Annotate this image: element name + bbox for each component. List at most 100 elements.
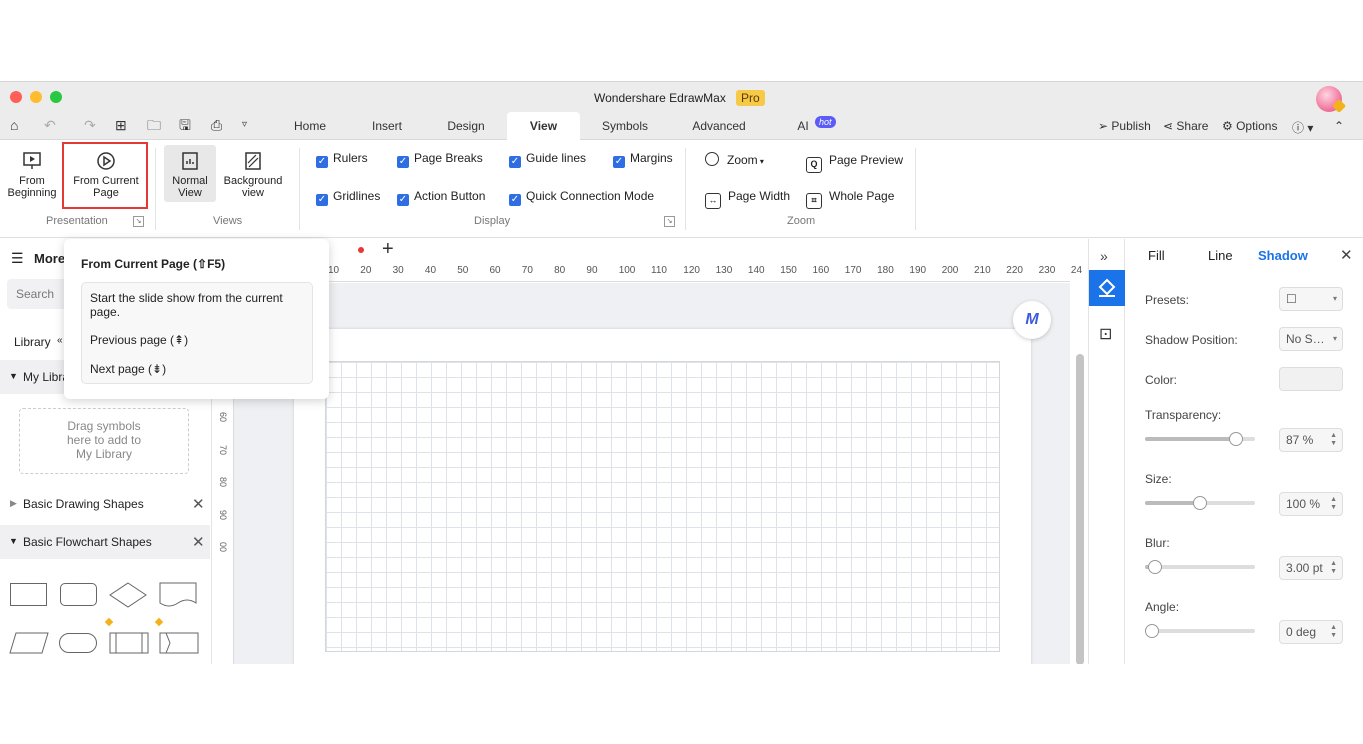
slider-knob[interactable] — [1145, 624, 1159, 638]
close-window-button[interactable] — [10, 91, 22, 103]
new-page-icon[interactable]: ⊞ — [115, 118, 127, 132]
open-folder-icon[interactable]: 🗀 — [147, 118, 161, 132]
drop-zone[interactable]: Drag symbols here to add to My Library — [19, 408, 189, 474]
presentation-icon[interactable]: ⊡ — [1099, 324, 1112, 344]
page-preview-button[interactable]: Q Page Preview — [806, 151, 903, 173]
margins-checkbox[interactable]: ✓ Margins — [613, 151, 673, 168]
basic-flowchart-shapes-row[interactable]: ▼ Basic Flowchart Shapes ✕ — [0, 525, 210, 559]
minimize-window-button[interactable] — [30, 91, 42, 103]
dialog-launcher-icon[interactable]: ↘ — [133, 216, 144, 227]
library-label[interactable]: Library — [14, 335, 51, 349]
predefined-process-shape[interactable] — [108, 629, 150, 657]
share-button[interactable]: ⋖ Share — [1163, 119, 1208, 133]
publish-button[interactable]: ➢ Publish — [1098, 119, 1151, 133]
close-icon[interactable]: ✕ — [192, 533, 205, 551]
rulers-checkbox[interactable]: ✓ Rulers — [316, 151, 368, 168]
document-tab-strip: + — [212, 239, 1088, 262]
vertical-scrollbar[interactable] — [1076, 354, 1084, 664]
page-grid[interactable] — [325, 361, 1000, 652]
save-icon[interactable]: 🖫 — [179, 118, 191, 132]
stepper-icon[interactable]: ▲ ▼ — [1330, 432, 1337, 448]
print-icon[interactable]: ⎙ — [211, 118, 222, 132]
shadow-position-dropdown[interactable]: No S… ▾ — [1279, 327, 1343, 351]
ruler-tick-label: 120 — [683, 265, 700, 276]
dialog-launcher-icon[interactable]: ↘ — [664, 216, 675, 227]
separator — [685, 148, 686, 230]
tab-shadow[interactable]: Shadow — [1258, 248, 1308, 263]
tab-line[interactable]: Line — [1208, 248, 1233, 263]
tab-home[interactable]: Home — [288, 112, 332, 140]
ruler-tick-label: 20 — [360, 265, 372, 276]
background-view-button[interactable]: Background view — [222, 151, 284, 199]
page-width-button[interactable]: ↔ Page Width — [705, 187, 790, 209]
transparency-field[interactable]: 87 % ▲ ▼ — [1279, 428, 1343, 452]
size-slider[interactable] — [1145, 496, 1255, 510]
whole-page-button[interactable]: ⌗ Whole Page — [806, 187, 894, 209]
from-beginning-button[interactable]: From Beginning — [6, 151, 58, 199]
normal-view-button[interactable]: Normal View — [164, 145, 216, 202]
tab-fill[interactable]: Fill — [1148, 248, 1165, 263]
redo-icon[interactable]: ↷ — [84, 118, 96, 132]
more-symbols-button[interactable]: More — [34, 251, 65, 266]
stepper-icon[interactable]: ▲ ▼ — [1330, 624, 1337, 640]
guide-lines-checkbox[interactable]: ✓ Guide lines — [509, 151, 586, 168]
shadow-position-label: Shadow Position: — [1145, 333, 1238, 347]
options-button[interactable]: ⚙ Options — [1222, 119, 1277, 133]
color-picker[interactable] — [1279, 367, 1343, 391]
close-icon[interactable]: ✕ — [192, 495, 205, 513]
expand-panel-icon[interactable]: » — [1100, 248, 1108, 264]
alternate-process-shape[interactable] — [60, 583, 97, 606]
tab-insert[interactable]: Insert — [363, 112, 411, 140]
slider-knob[interactable] — [1193, 496, 1207, 510]
fill-bucket-tab[interactable] — [1089, 270, 1125, 306]
tab-ai[interactable]: AI — [793, 112, 813, 140]
slider-knob[interactable] — [1229, 432, 1243, 446]
help-icon[interactable]: ⓘ ▾ — [1292, 119, 1313, 136]
transparency-label: Transparency: — [1145, 408, 1222, 422]
decision-shape[interactable] — [108, 581, 148, 609]
tab-design[interactable]: Design — [440, 112, 492, 140]
angle-slider[interactable] — [1145, 624, 1255, 638]
process-shape[interactable] — [10, 583, 47, 606]
close-icon[interactable]: ✕ — [1340, 246, 1353, 264]
blur-field[interactable]: 3.00 pt ▲ ▼ — [1279, 556, 1343, 580]
angle-field[interactable]: 0 deg ▲ ▼ — [1279, 620, 1343, 644]
transparency-slider[interactable] — [1145, 432, 1255, 446]
slider-knob[interactable] — [1148, 560, 1162, 574]
document-shape[interactable] — [158, 581, 198, 609]
add-page-icon[interactable]: + — [382, 239, 394, 259]
more-quick-icon[interactable]: ▿ — [242, 118, 247, 132]
stepper-icon[interactable]: ▲ ▼ — [1330, 560, 1337, 576]
tab-advanced[interactable]: Advanced — [686, 112, 752, 140]
tooltip-description: Start the slide show from the current pa… — [90, 291, 283, 319]
gridlines-checkbox[interactable]: ✓ Gridlines — [316, 189, 380, 206]
presets-dropdown[interactable]: ☐ ▾ — [1279, 287, 1343, 311]
checkmark-icon: ✓ — [397, 156, 409, 168]
home-icon[interactable]: ⌂ — [10, 118, 18, 132]
tooltip-previous: Previous page (⇞) — [90, 333, 189, 347]
zoom-button[interactable]: Zoom ▾ — [705, 151, 764, 169]
size-label: Size: — [1145, 472, 1172, 486]
tab-symbols[interactable]: Symbols — [596, 112, 654, 140]
quick-connection-mode-checkbox[interactable]: ✓ Quick Connection Mode — [509, 189, 654, 206]
views-group-label: Views — [213, 215, 243, 227]
ruler-tick-label: 110 — [651, 265, 667, 276]
format-panel: Fill Line Shadow ✕ Presets: ☐ ▾ Shadow Po… — [1125, 239, 1363, 664]
undo-icon[interactable]: ↶ — [44, 118, 56, 132]
ai-assistant-icon[interactable]: M — [1013, 301, 1051, 339]
size-field[interactable]: 100 % ▲ ▼ — [1279, 492, 1343, 516]
collapse-ribbon-icon[interactable]: ⌃ — [1334, 119, 1344, 133]
action-button-checkbox[interactable]: ✓ Action Button — [397, 189, 485, 206]
normal-view-icon — [182, 152, 198, 170]
terminator-shape[interactable] — [59, 633, 97, 653]
basic-drawing-shapes-row[interactable]: ▶ Basic Drawing Shapes ✕ — [0, 488, 210, 522]
ruler-tick-label: 40 — [424, 265, 437, 276]
tab-view[interactable]: View — [507, 112, 580, 140]
page-breaks-checkbox[interactable]: ✓ Page Breaks — [397, 151, 483, 168]
blur-slider[interactable] — [1145, 560, 1255, 574]
internal-storage-shape[interactable] — [158, 629, 200, 657]
data-shape[interactable] — [8, 629, 50, 657]
stepper-icon[interactable]: ▲ ▼ — [1330, 496, 1337, 512]
maximize-window-button[interactable] — [50, 91, 62, 103]
collapse-icon[interactable]: « — [57, 335, 63, 346]
